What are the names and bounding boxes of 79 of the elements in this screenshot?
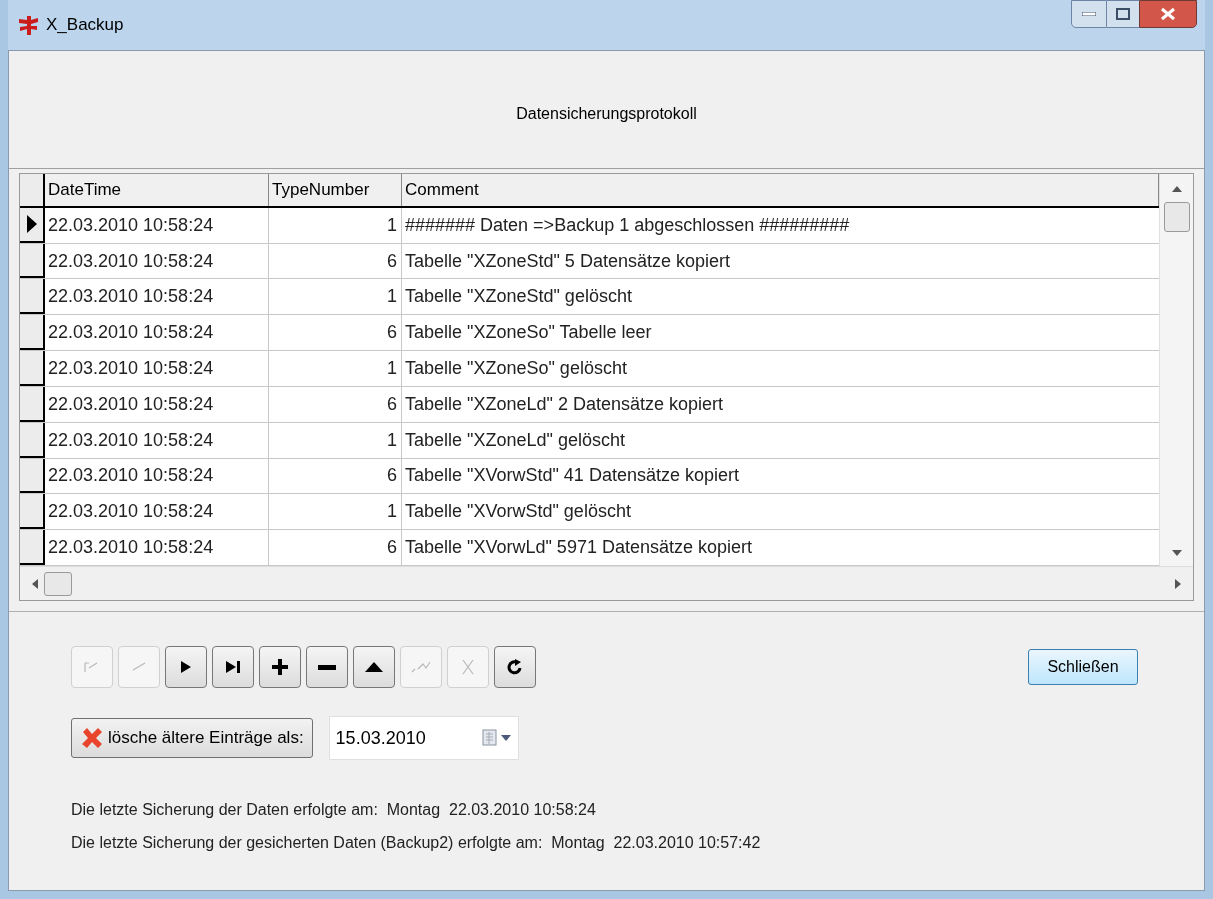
navigator-button[interactable] — [212, 646, 254, 688]
navigator-button[interactable] — [353, 646, 395, 688]
status-text: Die letzte Sicherung der Daten erfolgte am: Montag 22.03.2010 10:58:24 — [71, 800, 597, 820]
table-cell: 6 — [269, 530, 402, 565]
table-cell: 22.03.2010 10:58:24 — [45, 530, 269, 565]
scroll-up-icon[interactable] — [1171, 186, 1182, 192]
table-cell-text: Tabelle "XVorwLd" 5971 Datensätze kopiert — [404, 536, 753, 560]
play-icon — [180, 660, 192, 674]
navigator-button[interactable] — [306, 646, 348, 688]
row-indicator[interactable] — [20, 530, 45, 565]
table-cell-text: Tabelle "XZoneLd" gelöscht — [404, 428, 626, 452]
close-button[interactable] — [1139, 0, 1197, 28]
table-cell: 6 — [269, 386, 402, 422]
scroll-down-icon[interactable] — [1171, 550, 1182, 556]
refresh-icon — [507, 659, 523, 675]
table-cell-text: Tabelle "XVorwStd" gelöscht — [404, 500, 632, 524]
table-cell: 22.03.2010 10:58:24 — [45, 422, 269, 458]
table-cell-text: ####### Daten =>Backup 1 abgeschlossen ######### — [404, 213, 851, 237]
plus-icon — [272, 659, 288, 675]
row-indicator[interactable] — [20, 494, 45, 530]
table-cell: 22.03.2010 10:58:24 — [45, 279, 269, 315]
row-indicator[interactable] — [20, 243, 45, 279]
row-indicator[interactable] — [20, 458, 45, 494]
scroll-left-icon[interactable] — [32, 578, 38, 589]
table-cell: 1 — [269, 351, 402, 386]
panel-title: Datensicherungsprotokoll — [516, 103, 697, 124]
row-indicator[interactable] — [20, 315, 45, 351]
table-cell: 22.03.2010 10:58:24 — [45, 315, 269, 351]
table-cell: 6 — [269, 458, 402, 494]
table-cell: 6 — [269, 315, 402, 351]
cross-icon — [461, 659, 475, 675]
table-cell-text: Tabelle "XZoneStd" 5 Datensätze kopiert — [404, 249, 731, 273]
status-text: Die letzte Sicherung der gesicherten Daten (Backup2) erfolgte am: Montag 22.03.2010 10:57:42 — [71, 833, 762, 853]
delete-cross-icon — [80, 726, 104, 750]
table-cell-text: Tabelle "XZoneSo" Tabelle leer — [404, 321, 653, 345]
date-picker[interactable]: 15.03.2010 — [328, 716, 519, 760]
column-header[interactable]: TypeNumber — [269, 174, 402, 206]
vertical-scrollbar[interactable] — [1159, 174, 1193, 566]
scroll-thumb[interactable] — [44, 571, 72, 596]
minimize-icon — [1082, 12, 1096, 16]
scroll-thumb[interactable] — [1163, 202, 1190, 232]
table-cell: 22.03.2010 10:58:24 — [45, 243, 269, 279]
close-icon — [1160, 7, 1176, 21]
table-cell: 22.03.2010 10:58:24 — [45, 207, 269, 243]
date-value: 15.03.2010 — [335, 726, 426, 750]
calendar-dropdown-icon[interactable] — [481, 729, 512, 747]
row-indicator[interactable] — [20, 351, 45, 386]
delete-entries-button[interactable]: lösche ältere Einträge als: — [71, 718, 313, 758]
row-indicator[interactable] — [20, 207, 45, 243]
table-cell-text: Tabelle "XVorwStd" 41 Datensätze kopiert — [404, 464, 740, 488]
navigator-button[interactable] — [165, 646, 207, 688]
table-cell-text: Tabelle "XZoneSo" gelöscht — [404, 357, 628, 380]
table-cell: 1 — [269, 494, 402, 530]
navigator-button[interactable] — [494, 646, 536, 688]
scroll-right-icon[interactable] — [1175, 578, 1181, 589]
maximize-icon — [1116, 8, 1130, 20]
table-cell: 1 — [269, 207, 402, 243]
table-cell: 1 — [269, 422, 402, 458]
table-cell: 22.03.2010 10:58:24 — [45, 386, 269, 422]
window-title: X_Backup — [46, 14, 124, 37]
row-indicator[interactable] — [20, 422, 45, 458]
table-cell: 22.03.2010 10:58:24 — [45, 494, 269, 530]
close-dialog-button[interactable]: Schließen — [1028, 649, 1138, 685]
horizontal-scrollbar[interactable] — [20, 566, 1193, 600]
table-cell: 22.03.2010 10:58:24 — [45, 351, 269, 386]
minimize-button[interactable] — [1071, 0, 1107, 28]
table-cell-text: Tabelle "XZoneLd" 2 Datensätze kopiert — [404, 392, 724, 416]
table-cell: 1 — [269, 279, 402, 315]
navigator-button[interactable] — [259, 646, 301, 688]
column-header[interactable]: DateTime — [45, 174, 269, 206]
maximize-button[interactable] — [1107, 0, 1139, 28]
table-cell: 6 — [269, 243, 402, 279]
up-triangle-icon — [365, 662, 383, 672]
skip-forward-icon — [225, 660, 241, 674]
table-cell: 22.03.2010 10:58:24 — [45, 458, 269, 494]
row-indicator[interactable] — [20, 386, 45, 422]
minus-icon — [318, 664, 336, 670]
row-indicator[interactable] — [20, 279, 45, 315]
table-cell-text: Tabelle "XZoneStd" gelöscht — [404, 285, 633, 309]
